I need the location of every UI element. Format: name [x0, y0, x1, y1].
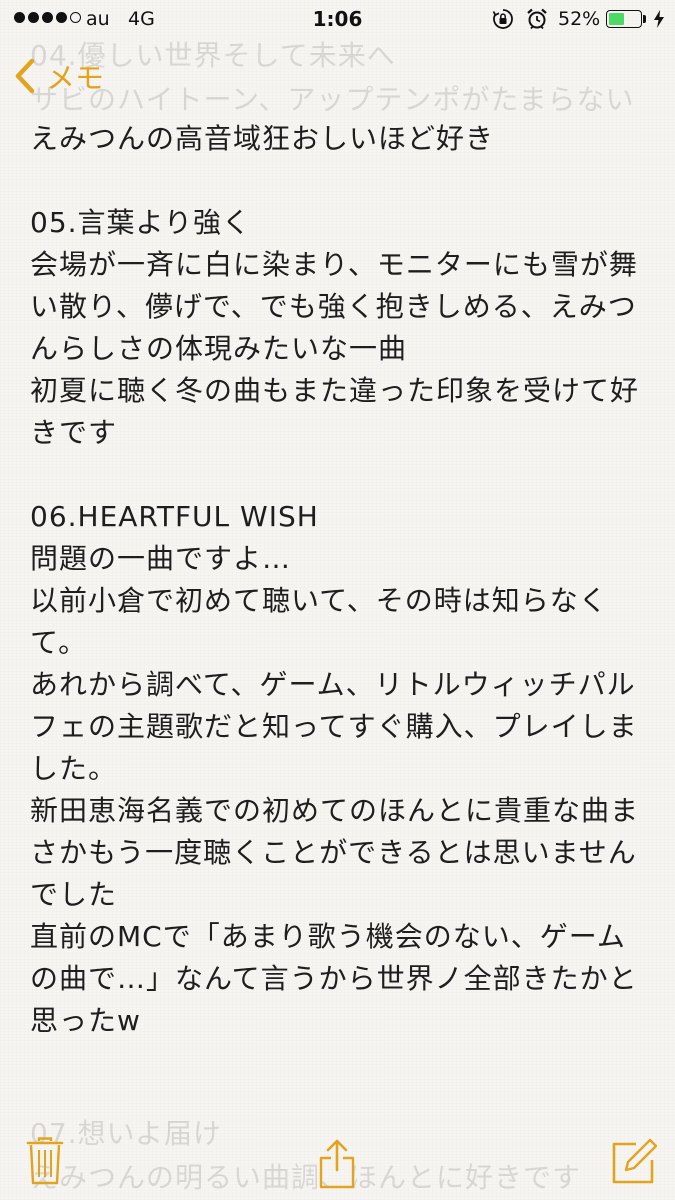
note-line: 会場が一斉に白に染まり、モニターにも雪が舞: [30, 248, 638, 281]
note-line: 直前のMCで「あまり歌う機会のない、ゲーム: [30, 920, 626, 953]
charging-bolt-icon: [654, 10, 664, 28]
note-line: 新田恵海名義での初めてのほんとに貴重な曲ま: [30, 794, 640, 827]
alarm-icon: [527, 8, 547, 30]
note-line: 初夏に聴く冬の曲もまた違った印象を受けて好: [30, 374, 640, 407]
trash-icon[interactable]: [26, 1136, 64, 1186]
note-line: した。: [30, 752, 118, 785]
battery-icon: [606, 10, 642, 28]
battery-cap: [643, 15, 646, 23]
note-line: きです: [30, 416, 118, 449]
note-line: でした: [30, 878, 118, 911]
note-line: て。: [30, 626, 88, 659]
back-button[interactable]: メモ: [14, 56, 104, 96]
note-line: 以前小倉で初めて聴いて、その時は知らなく: [30, 584, 608, 617]
note-text-area[interactable]: えみつんの高音域狂おしいほど好き 05.言葉より強く会場が一斉に白に染まり、モニタ…: [30, 118, 655, 1042]
note-line: 思ったw: [30, 1004, 141, 1037]
share-icon[interactable]: [318, 1138, 356, 1190]
chevron-left-icon: [15, 58, 35, 94]
battery-percent: 52%: [558, 8, 601, 30]
rotation-lock-icon: [492, 9, 513, 29]
note-line: い散り、儚げで、でも強く抱きしめる、えみつ: [30, 290, 637, 323]
note-line: あれから調べて、ゲーム、リトルウィッチパル: [30, 668, 636, 701]
battery-level-fill: [609, 13, 624, 25]
note-line: フェの主題歌だと知ってすぐ購入、プレイしま: [30, 710, 638, 743]
note-line: んらしさの体現みたいな一曲: [30, 332, 408, 365]
compose-icon[interactable]: [610, 1138, 658, 1186]
note-line: 06.HEARTFUL WISH: [30, 500, 319, 533]
bottom-toolbar: [0, 1120, 675, 1200]
back-label: メモ: [46, 61, 105, 95]
note-line: えみつんの高音域狂おしいほど好き: [30, 122, 495, 155]
scrolled-text-line: サビのハイトーン、アップテンポがたまらない: [30, 83, 635, 116]
note-line: 問題の一曲ですよ…: [30, 542, 292, 575]
note-line: 05.言葉より強く: [30, 206, 251, 239]
note-line: さかもう一度聴くことができるとは思いません: [30, 836, 637, 869]
note-line: の曲で…」なんて言うから世界ノ全部きたかと: [30, 962, 638, 995]
